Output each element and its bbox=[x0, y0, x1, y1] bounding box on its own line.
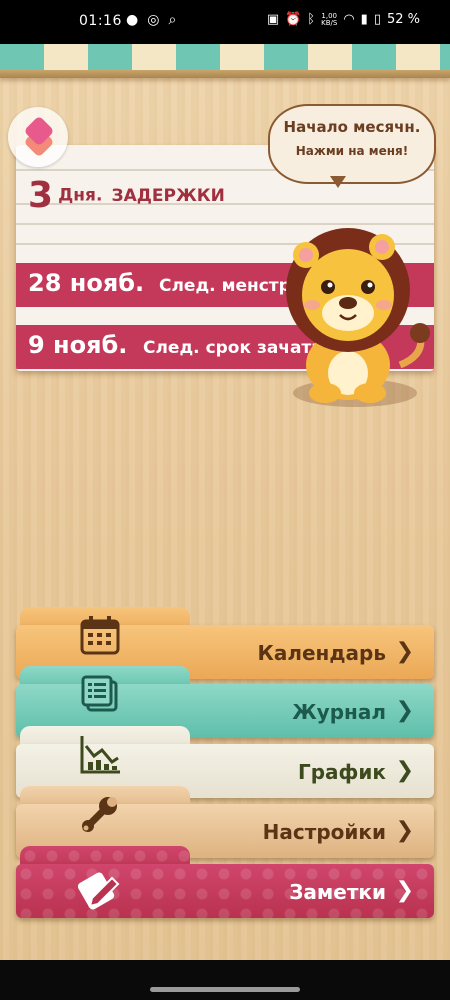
chevron-right-icon: ❯ bbox=[395, 878, 414, 903]
navigation-bar bbox=[0, 960, 450, 1000]
wrench-icon bbox=[82, 797, 117, 832]
bubble-tail bbox=[330, 176, 346, 188]
menu-calendar-label: Календарь bbox=[257, 641, 387, 665]
network-speed-unit: KB/S bbox=[321, 18, 338, 27]
fertile-date: 9 нояб. bbox=[28, 331, 128, 359]
delay-unit: Дня. bbox=[58, 185, 103, 206]
alarm-icon: ⏰ bbox=[285, 12, 302, 27]
chevron-right-icon: ❯ bbox=[395, 818, 414, 843]
bluetooth-icon: ᛒ bbox=[307, 12, 316, 27]
home-gesture-handle[interactable] bbox=[150, 987, 300, 992]
shortcuts-button[interactable] bbox=[8, 107, 68, 167]
battery-percent: 52 % bbox=[386, 12, 420, 27]
menu-notes-button[interactable]: Заметки ❯ bbox=[16, 846, 434, 926]
menu-notes-label: Заметки bbox=[289, 880, 386, 904]
nfc-icon: ▣ bbox=[266, 12, 280, 27]
lion-mascot[interactable] bbox=[270, 215, 440, 415]
search-icon: ⌕ bbox=[168, 12, 177, 28]
status-time: 01:16 bbox=[79, 13, 122, 29]
bubble-title: Начало месячн. bbox=[283, 118, 421, 136]
calendar-icon bbox=[80, 616, 120, 655]
menu-graph-label: График bbox=[298, 760, 386, 784]
journal-icon bbox=[81, 675, 118, 712]
status-bar: 01:16 ● ◎ ⌕ ▣ ⏰ ᛒ 1,00 KB/S ◠ ▮ ▯ 52 % bbox=[0, 0, 450, 44]
menu-settings-label: Настройки bbox=[262, 820, 386, 844]
bubble-subtitle: Нажми на меня! bbox=[295, 144, 409, 158]
menu-journal-label: Журнал bbox=[292, 700, 386, 724]
network-speed: 1,00 KB/S bbox=[321, 12, 338, 27]
period-start-bubble[interactable]: Начало месячн. Нажми на меня! bbox=[268, 104, 436, 184]
delay-row: 3 Дня. ЗАДЕРЖКИ bbox=[28, 175, 225, 216]
battery-icon: ▯ bbox=[373, 12, 381, 27]
awning-trim bbox=[0, 70, 450, 78]
chevron-right-icon: ❯ bbox=[395, 698, 414, 723]
chat-icon: ● bbox=[126, 12, 139, 28]
next-period-date: 28 нояб. bbox=[28, 269, 145, 297]
delay-days: 3 bbox=[28, 175, 54, 216]
delay-label: ЗАДЕРЖКИ bbox=[111, 185, 225, 206]
pencil-note-icon bbox=[78, 872, 120, 910]
graph-icon bbox=[80, 736, 120, 774]
chevron-right-icon: ❯ bbox=[395, 639, 414, 664]
whatsapp-icon: ◎ bbox=[147, 12, 160, 28]
wifi-icon: ◠ bbox=[343, 12, 355, 27]
chevron-right-icon: ❯ bbox=[395, 758, 414, 783]
signal-icon: ▮ bbox=[360, 12, 368, 27]
